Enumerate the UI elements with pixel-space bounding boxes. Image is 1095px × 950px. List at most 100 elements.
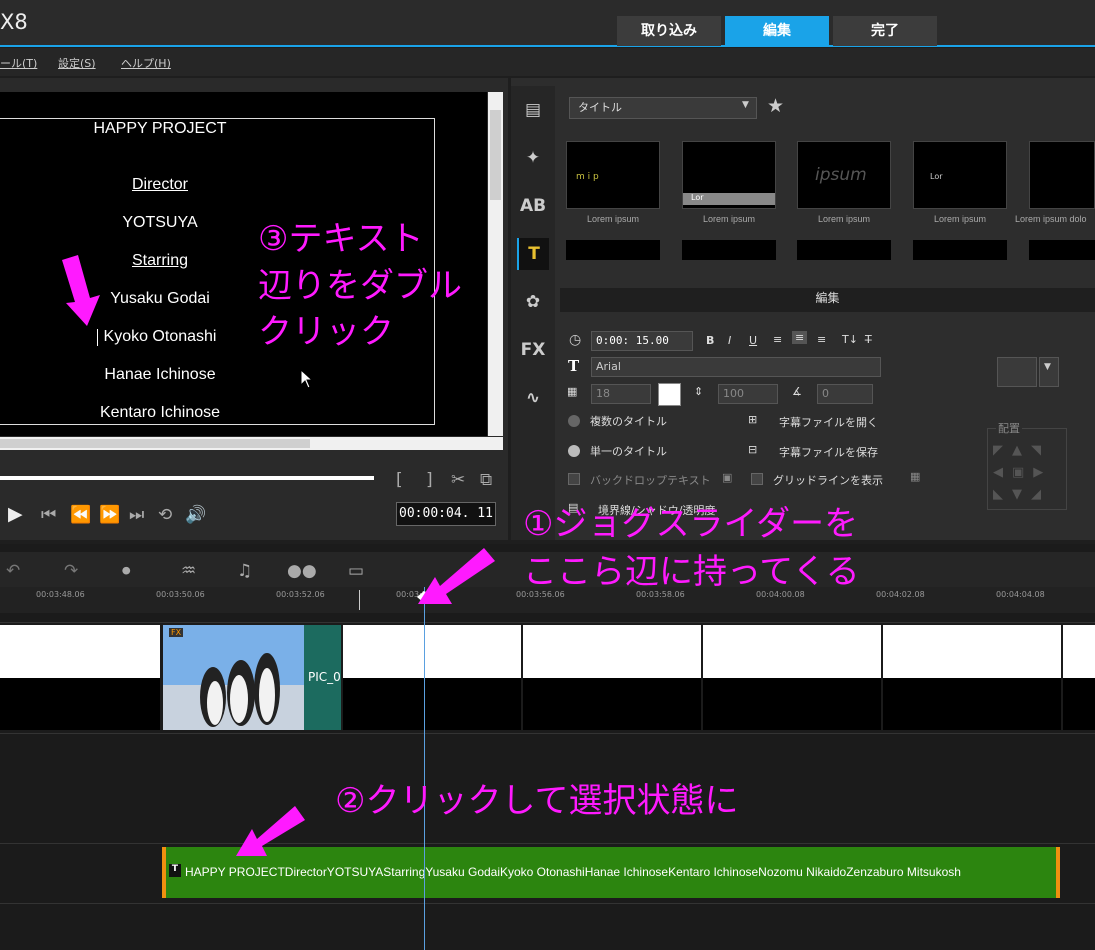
align-center-icon[interactable]: ≡ (792, 331, 808, 344)
preview-line[interactable]: Director (0, 176, 320, 194)
title-thumbnail[interactable] (1029, 141, 1095, 209)
add-favorite-icon[interactable]: ★ (767, 95, 784, 117)
preview-line[interactable]: Kentaro Ichinose (0, 404, 320, 422)
fx-icon[interactable]: FX (517, 334, 549, 366)
video-clip[interactable] (703, 678, 881, 730)
record-capture-icon[interactable]: ⏺ (122, 561, 131, 581)
alignment-arrows-icon[interactable]: ◤▲◥ ◀▣▶ ◣▼◢ (993, 440, 1073, 506)
color-box[interactable] (997, 357, 1037, 387)
tab-edit-options[interactable]: 編集 (560, 288, 1095, 312)
align-left-icon[interactable]: ≡ (773, 333, 782, 346)
font-color-swatch[interactable] (658, 383, 681, 406)
open-subtitle-button[interactable]: 字幕ファイルを開く (779, 414, 878, 430)
align-right-icon[interactable]: ≡ (817, 333, 826, 346)
mark-out-icon[interactable]: ] (426, 470, 433, 490)
title-thumbnail[interactable] (913, 240, 1007, 260)
preview-line[interactable]: Hanae Ichinose (0, 366, 320, 384)
next-frame-icon[interactable]: ⏩ (99, 505, 120, 525)
auto-music-icon[interactable]: ♫ (237, 561, 252, 581)
subtitle-editor-icon[interactable]: ▭ (348, 561, 364, 581)
font-select[interactable]: Arial (591, 357, 881, 377)
text-direction-icon[interactable]: T̶ (865, 333, 872, 346)
title-thumbnail[interactable] (566, 240, 660, 260)
scrollbar-thumb[interactable] (490, 110, 501, 200)
sound-mixer-icon[interactable]: ♒ (181, 561, 196, 581)
video-clip[interactable] (0, 625, 160, 678)
play-icon[interactable]: ▶ (8, 503, 23, 525)
gridline-label: グリッドラインを表示 (773, 474, 883, 487)
video-clip[interactable] (1063, 625, 1095, 678)
cut-icon[interactable]: ✂ (451, 470, 465, 490)
undo-icon[interactable]: ↶ (6, 561, 20, 581)
video-clip[interactable] (523, 678, 701, 730)
menu-tools[interactable]: ール(T) (0, 55, 37, 71)
line-spacing-select[interactable]: 100 (718, 384, 778, 404)
menu-help[interactable]: ヘルプ(H) (121, 55, 171, 71)
tab-capture[interactable]: 取り込み (617, 16, 721, 46)
backdrop-checkbox[interactable] (568, 473, 580, 485)
ruler-tick: 00:04:04.08 (996, 590, 1045, 599)
repeat-icon[interactable]: ⟲ (158, 505, 172, 525)
thumbnail-label: Lorem ipsum (817, 214, 871, 224)
ruler-tick: 00:03:52.06 (276, 590, 325, 599)
jog-slider-handle[interactable] (417, 590, 432, 604)
title-icon[interactable]: T (517, 238, 549, 270)
single-title-label: 単一のタイトル (590, 445, 667, 458)
radio-multiple-title[interactable] (568, 415, 580, 427)
video-clip[interactable] (883, 678, 1061, 730)
gridline-checkbox[interactable] (751, 473, 763, 485)
title-thumbnail[interactable] (913, 141, 1007, 209)
radio-single-title[interactable] (568, 445, 580, 457)
video-clip[interactable] (343, 625, 521, 678)
menu-bar: ール(T) 設定(S) ヘルプ(H) (0, 48, 1095, 76)
duration-field[interactable]: 0:00: 15.00 (591, 331, 693, 351)
transition-icon[interactable]: AB (517, 190, 549, 222)
video-clip[interactable] (343, 678, 521, 730)
video-clip[interactable] (883, 625, 1061, 678)
scrubber-bar[interactable] (0, 476, 374, 480)
save-subtitle-button[interactable]: 字幕ファイルを保存 (779, 444, 878, 460)
annotation-step3: クリック (258, 312, 394, 352)
category-dropdown[interactable]: タイトル (569, 97, 757, 119)
previous-frame-icon[interactable]: ⏪ (70, 505, 91, 525)
instant-project-icon[interactable]: ✦ (517, 142, 549, 174)
video-clip[interactable] (523, 625, 701, 678)
home-icon[interactable]: ⏮ (41, 505, 56, 525)
title-thumbnail[interactable] (1029, 240, 1095, 260)
italic-icon[interactable]: I (728, 334, 731, 347)
annotation-step3: ③テキスト (258, 219, 424, 259)
preview-timecode[interactable]: 00:00:04. 11 (396, 502, 496, 526)
end-icon[interactable]: ⏭ (129, 505, 144, 525)
title-thumbnail[interactable] (797, 240, 891, 260)
tab-edit[interactable]: 編集 (725, 16, 829, 46)
copy-icon[interactable]: ⧉ (480, 470, 492, 490)
grid-settings-icon[interactable]: ▦ (910, 470, 920, 483)
menu-settings[interactable]: 設定(S) (58, 55, 96, 71)
motion-tracking-icon[interactable]: ●● (287, 561, 317, 581)
video-clip[interactable] (703, 625, 881, 678)
bold-icon[interactable]: B (706, 334, 714, 347)
angle-icon: ∡ (792, 385, 802, 398)
media-icon[interactable]: ▤ (517, 94, 549, 126)
underline-icon[interactable]: U (749, 334, 757, 347)
mark-in-icon[interactable]: [ (396, 470, 403, 490)
tab-share[interactable]: 完了 (833, 16, 937, 46)
video-clip[interactable] (1063, 678, 1095, 730)
clock-icon: ◷ (569, 332, 582, 348)
video-clip[interactable] (0, 678, 160, 730)
subtitle-open-icon[interactable]: ⊞ (748, 413, 757, 426)
redo-icon[interactable]: ↷ (64, 561, 78, 581)
volume-icon[interactable]: 🔊 (185, 505, 206, 525)
text-cursor (97, 329, 98, 346)
scrollbar-thumb[interactable] (0, 439, 310, 448)
angle-field[interactable]: 0 (817, 384, 873, 404)
path-icon[interactable]: ∿ (517, 382, 549, 414)
title-thumbnail[interactable] (682, 240, 776, 260)
graphic-icon[interactable]: ✿ (517, 286, 549, 318)
font-size-select[interactable]: 18 (591, 384, 651, 404)
chevron-down-icon[interactable]: ▼ (1039, 357, 1059, 387)
subtitle-save-icon[interactable]: ⊟ (748, 443, 757, 456)
thumbnail-label: Lorem ipsum dolo (1015, 214, 1087, 224)
preview-line[interactable]: HAPPY PROJECT (0, 120, 320, 138)
vertical-text-icon[interactable]: T↓ (842, 333, 858, 346)
